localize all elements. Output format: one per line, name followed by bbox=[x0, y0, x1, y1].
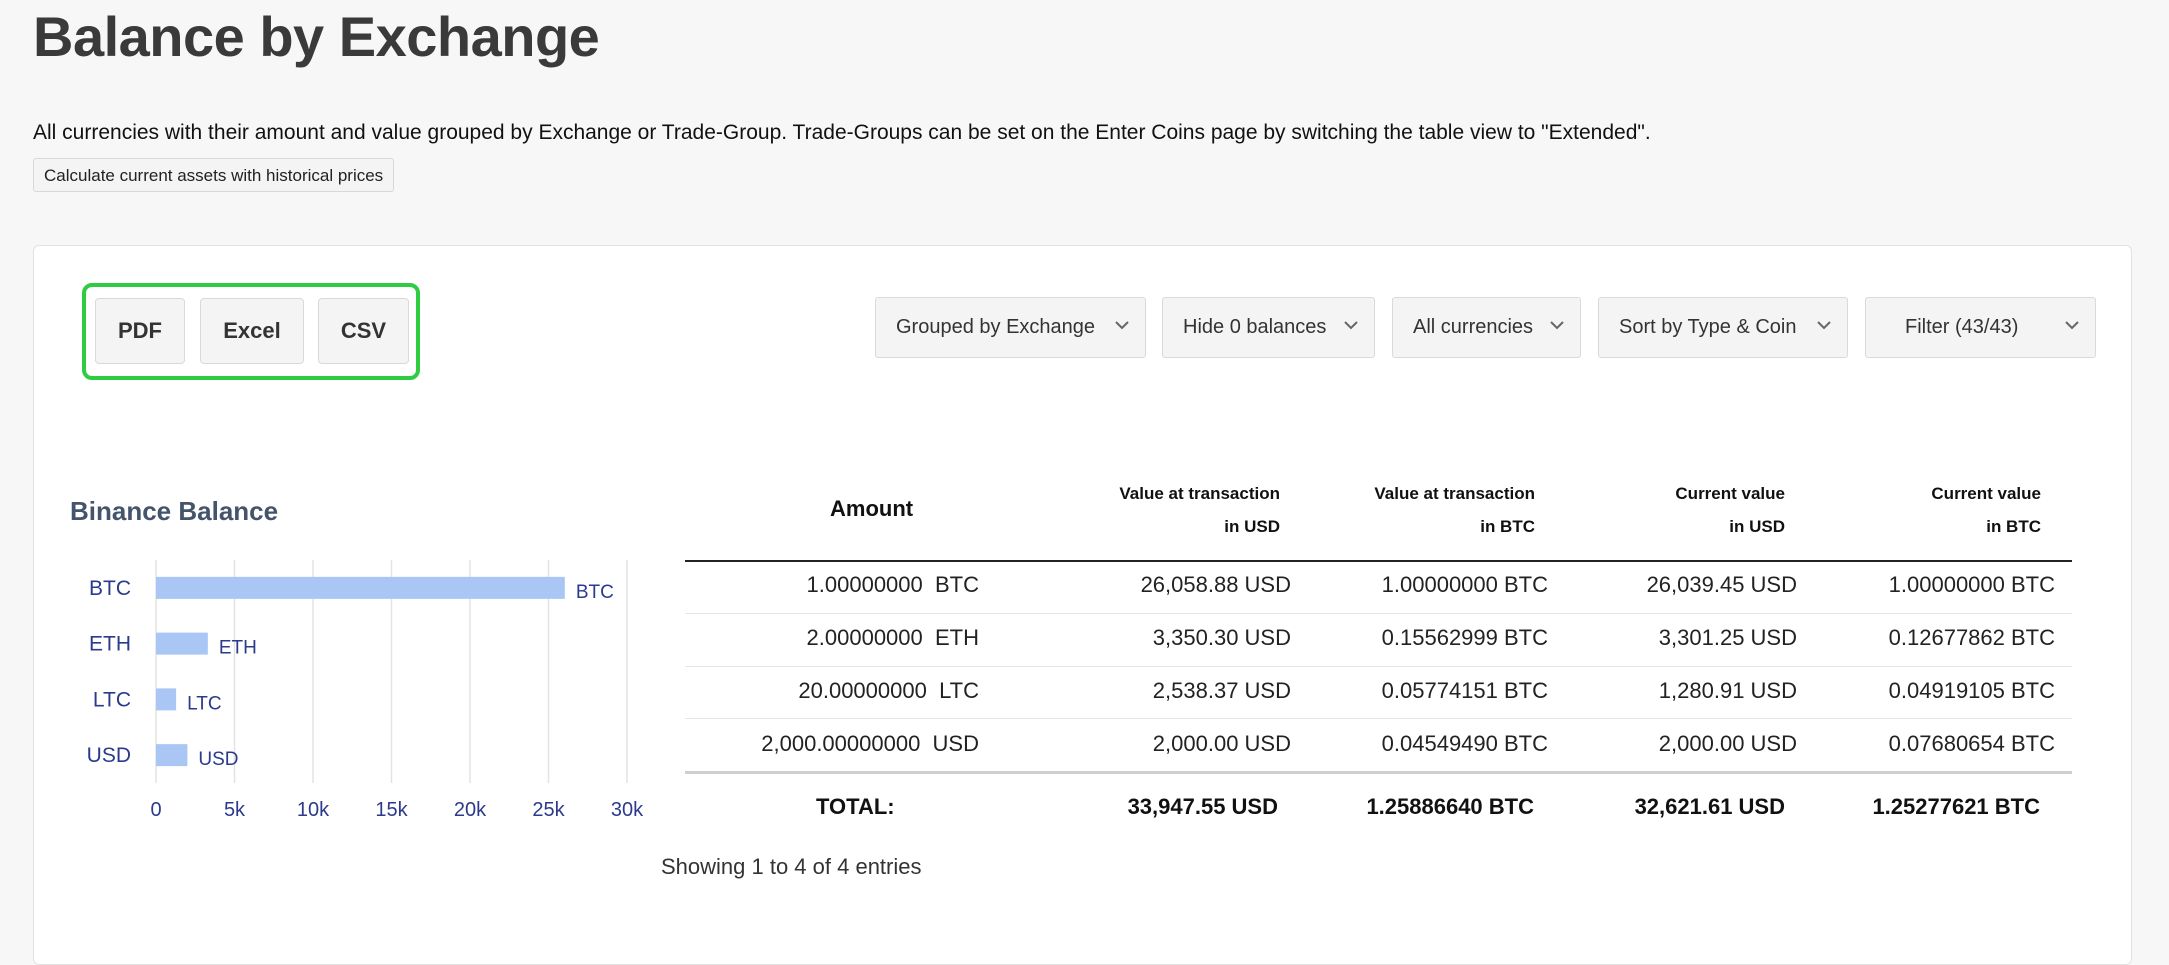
cell-amount: 20.00000000 LTC bbox=[798, 678, 979, 703]
total-value-tx-usd: 33,947.55 USD bbox=[1127, 794, 1278, 819]
header-current-btc-line2: in BTC bbox=[1986, 517, 2041, 536]
chevron-down-icon bbox=[1817, 321, 1831, 330]
csv-button[interactable]: CSV bbox=[318, 298, 409, 364]
chart-x-tick-label: 5k bbox=[224, 799, 246, 818]
header-value-tx-usd-line1: Value at transaction bbox=[1119, 484, 1280, 503]
chart-category-label: USD bbox=[87, 744, 131, 767]
chart-bar bbox=[156, 576, 565, 599]
chart-bar bbox=[156, 688, 177, 711]
cell-current-btc: 0.04919105 BTC bbox=[1888, 678, 2055, 703]
group-by-dropdown[interactable]: Grouped by Exchange bbox=[875, 297, 1146, 358]
cell-value-tx-usd: 26,058.88 USD bbox=[1140, 572, 1291, 597]
row-divider bbox=[685, 613, 2072, 614]
balance-bar-chart: 0 5k 10k 15k 20k 25k 30k BTC BTC ETH ETH LTC LTC USD U… bbox=[87, 560, 644, 818]
chart-x-tick-label: 0 bbox=[150, 799, 161, 818]
header-current-usd-line2: in USD bbox=[1729, 517, 1785, 536]
currencies-dropdown[interactable]: All currencies bbox=[1392, 297, 1581, 358]
header-value-tx-btc-line1: Value at transaction bbox=[1374, 484, 1535, 503]
cell-value-tx-btc: 1.00000000 BTC bbox=[1381, 572, 1548, 597]
total-label: TOTAL: bbox=[816, 794, 895, 819]
cell-amount: 2,000.00000000 USD bbox=[761, 731, 979, 756]
cell-current-usd: 26,039.45 USD bbox=[1646, 572, 1797, 597]
cell-current-usd: 1,280.91 USD bbox=[1658, 678, 1797, 703]
hide-zero-label: Hide 0 balances bbox=[1183, 316, 1327, 338]
chart-category-label: ETH bbox=[89, 633, 131, 656]
chart-category-label: LTC bbox=[93, 688, 131, 711]
cell-current-btc: 1.00000000 BTC bbox=[1888, 572, 2055, 597]
row-divider bbox=[685, 666, 2072, 667]
chevron-down-icon bbox=[1550, 321, 1564, 330]
table-header-value-tx-usd[interactable]: Value at transaction in USD bbox=[1080, 477, 1280, 543]
header-current-btc-line1: Current value bbox=[1931, 484, 2041, 503]
table-header-divider bbox=[685, 560, 2072, 562]
chevron-down-icon bbox=[2065, 321, 2079, 330]
cell-current-btc: 0.12677862 BTC bbox=[1888, 625, 2055, 650]
row-divider bbox=[685, 718, 2072, 719]
table-header-current-usd[interactable]: Current value in USD bbox=[1585, 477, 1785, 543]
sort-label: Sort by Type & Coin bbox=[1619, 316, 1797, 338]
chart-data-label: LTC bbox=[187, 693, 221, 714]
chevron-down-icon bbox=[1344, 321, 1358, 330]
group-by-label: Grouped by Exchange bbox=[896, 316, 1096, 338]
cell-amount: 2.00000000 ETH bbox=[806, 625, 979, 650]
chart-data-label: ETH bbox=[219, 638, 257, 659]
chart-data-label: BTC bbox=[576, 582, 614, 603]
currencies-label: All currencies bbox=[1413, 316, 1534, 338]
table-info: Showing 1 to 4 of 4 entries bbox=[661, 854, 922, 879]
filter-dropdown[interactable]: Filter (43/43) bbox=[1865, 297, 2096, 358]
chart-title: Binance Balance bbox=[70, 496, 279, 526]
cell-value-tx-usd: 2,538.37 USD bbox=[1152, 678, 1291, 703]
total-current-btc: 1.25277621 BTC bbox=[1872, 794, 2040, 819]
chart-bar bbox=[156, 744, 188, 767]
chart-data-label: USD bbox=[198, 749, 238, 770]
hide-zero-dropdown[interactable]: Hide 0 balances bbox=[1162, 297, 1375, 358]
header-value-tx-btc-line2: in BTC bbox=[1480, 517, 1535, 536]
cell-current-usd: 3,301.25 USD bbox=[1658, 625, 1797, 650]
cell-value-tx-btc: 0.15562999 BTC bbox=[1381, 625, 1548, 650]
historical-prices-button[interactable]: Calculate current assets with historical… bbox=[33, 158, 395, 192]
cell-value-tx-usd: 3,350.30 USD bbox=[1152, 625, 1291, 650]
chart-x-tick-label: 10k bbox=[297, 799, 330, 818]
table-header-value-tx-btc[interactable]: Value at transaction in BTC bbox=[1335, 477, 1535, 543]
page-description: All currencies with their amount and val… bbox=[33, 121, 1651, 144]
cell-current-usd: 2,000.00 USD bbox=[1658, 731, 1797, 756]
chart-bar bbox=[156, 632, 208, 655]
pdf-button[interactable]: PDF bbox=[95, 298, 185, 364]
filter-label: Filter (43/43) bbox=[1905, 316, 2019, 338]
chart-x-tick-label: 25k bbox=[532, 799, 565, 818]
table-header-current-btc[interactable]: Current value in BTC bbox=[1841, 477, 2041, 543]
header-current-usd-line1: Current value bbox=[1675, 484, 1785, 503]
chart-category-label: BTC bbox=[89, 577, 131, 600]
chevron-down-icon bbox=[1115, 321, 1129, 330]
header-value-tx-usd-line2: in USD bbox=[1224, 517, 1280, 536]
chart-x-tick-label: 30k bbox=[611, 799, 644, 818]
total-current-usd: 32,621.61 USD bbox=[1634, 794, 1785, 819]
chart-x-tick-label: 15k bbox=[375, 799, 408, 818]
chart-x-tick-label: 20k bbox=[454, 799, 487, 818]
cell-amount: 1.00000000 BTC bbox=[806, 572, 979, 597]
sort-dropdown[interactable]: Sort by Type & Coin bbox=[1598, 297, 1848, 358]
cell-value-tx-usd: 2,000.00 USD bbox=[1152, 731, 1291, 756]
cell-current-btc: 0.07680654 BTC bbox=[1888, 731, 2055, 756]
table-total-divider bbox=[685, 771, 2072, 774]
cell-value-tx-btc: 0.05774151 BTC bbox=[1381, 678, 1548, 703]
header-amount-label: Amount bbox=[830, 496, 914, 521]
page-title: Balance by Exchange bbox=[33, 5, 600, 68]
excel-button[interactable]: Excel bbox=[200, 298, 304, 364]
cell-value-tx-btc: 0.04549490 BTC bbox=[1381, 731, 1548, 756]
total-value-tx-btc: 1.25886640 BTC bbox=[1366, 794, 1534, 819]
